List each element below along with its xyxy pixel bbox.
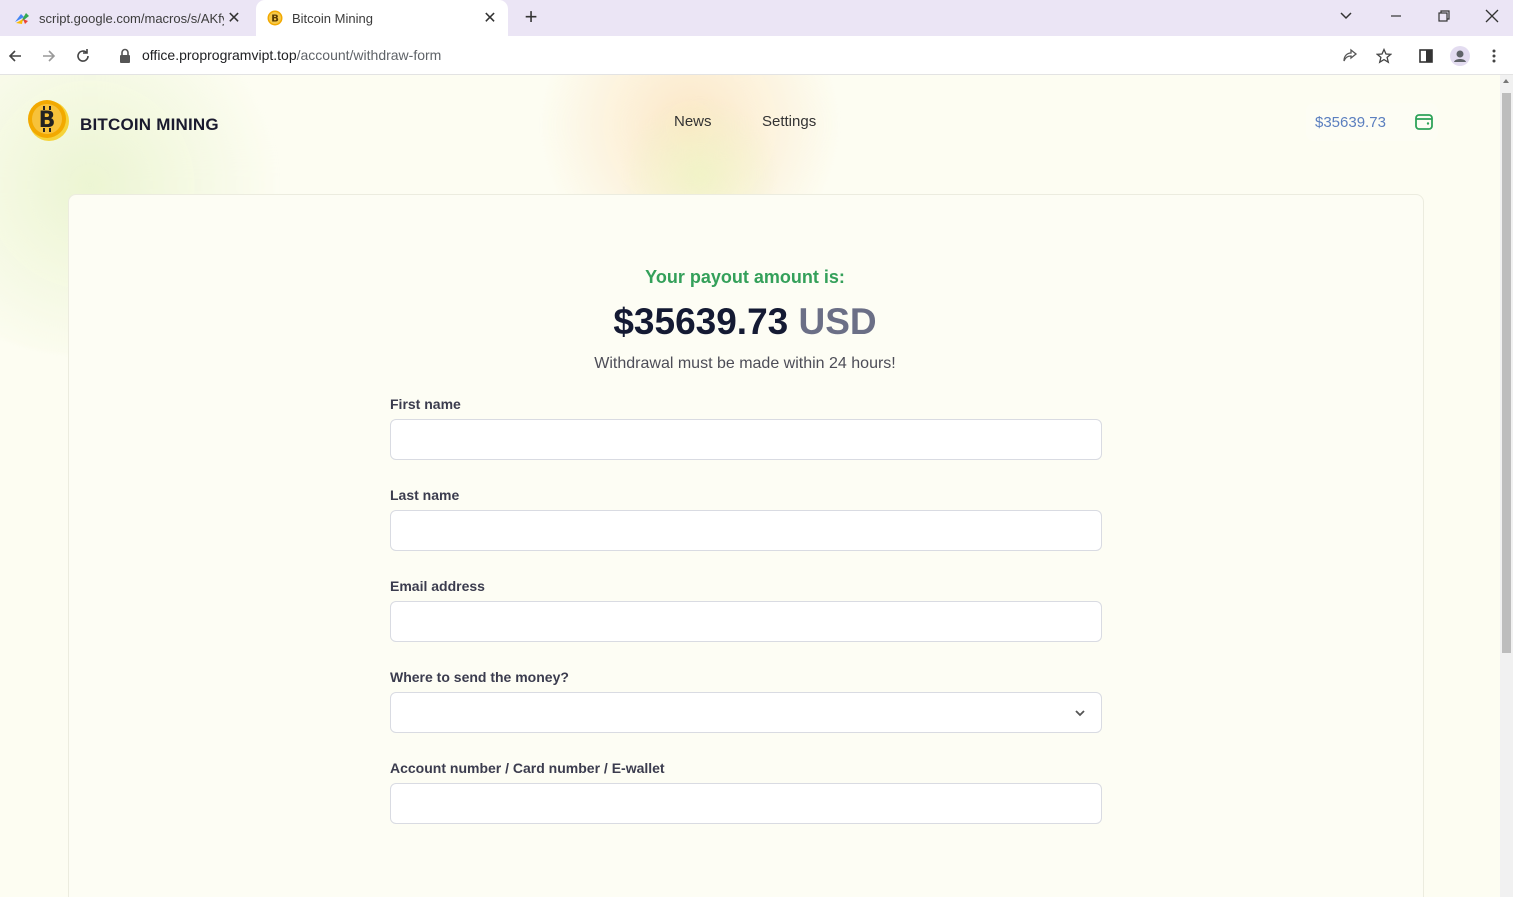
scroll-up-arrow-icon[interactable] [1503, 79, 1509, 83]
tab-search-chevron-icon[interactable] [1322, 0, 1370, 32]
url-host: office.proprogramvipt.top [142, 47, 297, 63]
browser-toolbar: office.proprogramvipt.top/account/withdr… [0, 36, 1513, 75]
page-scrollbar[interactable] [1500, 75, 1513, 897]
payout-label: Your payout amount is: [645, 267, 845, 287]
tab-bitcoin-mining[interactable]: B Bitcoin Mining ✕ [256, 0, 508, 36]
payout-value: $35639.73 [613, 301, 789, 342]
minimize-icon[interactable] [1372, 0, 1420, 32]
close-tab-icon[interactable]: ✕ [480, 8, 500, 28]
tab-title: Bitcoin Mining [292, 10, 373, 26]
tab-apps-script[interactable]: script.google.com/macros/s/AKfy ✕ [0, 0, 252, 36]
reload-icon[interactable] [71, 44, 95, 68]
side-panel-icon[interactable] [1414, 44, 1438, 68]
share-icon[interactable] [1338, 44, 1362, 68]
tab-title: script.google.com/macros/s/AKfy [39, 10, 224, 26]
payout-amount: $35639.73 USD [0, 301, 1490, 343]
address-bar[interactable]: office.proprogramvipt.top/account/withdr… [142, 47, 441, 63]
tab-strip: script.google.com/macros/s/AKfy ✕ B Bitc… [0, 0, 1513, 36]
last-name-field[interactable] [390, 510, 1102, 551]
payment-method-label: Where to send the money? [390, 669, 569, 685]
restore-icon[interactable] [1420, 0, 1468, 32]
lock-icon[interactable] [118, 48, 132, 64]
first-name-label: First name [390, 396, 461, 412]
payout-section: Your payout amount is: $35639.73 USD Wit… [0, 75, 1490, 475]
bitcoin-icon: B [267, 10, 283, 26]
payment-method-select[interactable] [390, 692, 1102, 733]
scrollbar-thumb[interactable] [1502, 93, 1511, 653]
forward-arrow-icon[interactable] [37, 44, 61, 68]
back-arrow-icon[interactable] [3, 44, 27, 68]
profile-avatar-icon[interactable] [1448, 44, 1472, 68]
url-path: /account/withdraw-form [296, 47, 442, 63]
account-number-label: Account number / Card number / E-wallet [390, 760, 665, 776]
close-window-icon[interactable] [1468, 0, 1513, 32]
withdrawal-notice: Withdrawal must be made within 24 hours! [594, 355, 896, 372]
close-tab-icon[interactable]: ✕ [224, 8, 244, 28]
account-number-field[interactable] [390, 783, 1102, 824]
email-field[interactable] [390, 601, 1102, 642]
last-name-label: Last name [390, 487, 460, 503]
payout-currency: USD [798, 301, 877, 342]
email-label: Email address [390, 578, 485, 594]
svg-text:B: B [271, 14, 279, 25]
first-name-field[interactable] [390, 419, 1102, 460]
google-apps-script-icon [15, 13, 29, 24]
bookmark-star-icon[interactable] [1372, 44, 1396, 68]
browser-menu-icon[interactable] [1482, 44, 1506, 68]
new-tab-button[interactable]: + [518, 6, 544, 30]
chevron-down-icon [1075, 710, 1085, 717]
